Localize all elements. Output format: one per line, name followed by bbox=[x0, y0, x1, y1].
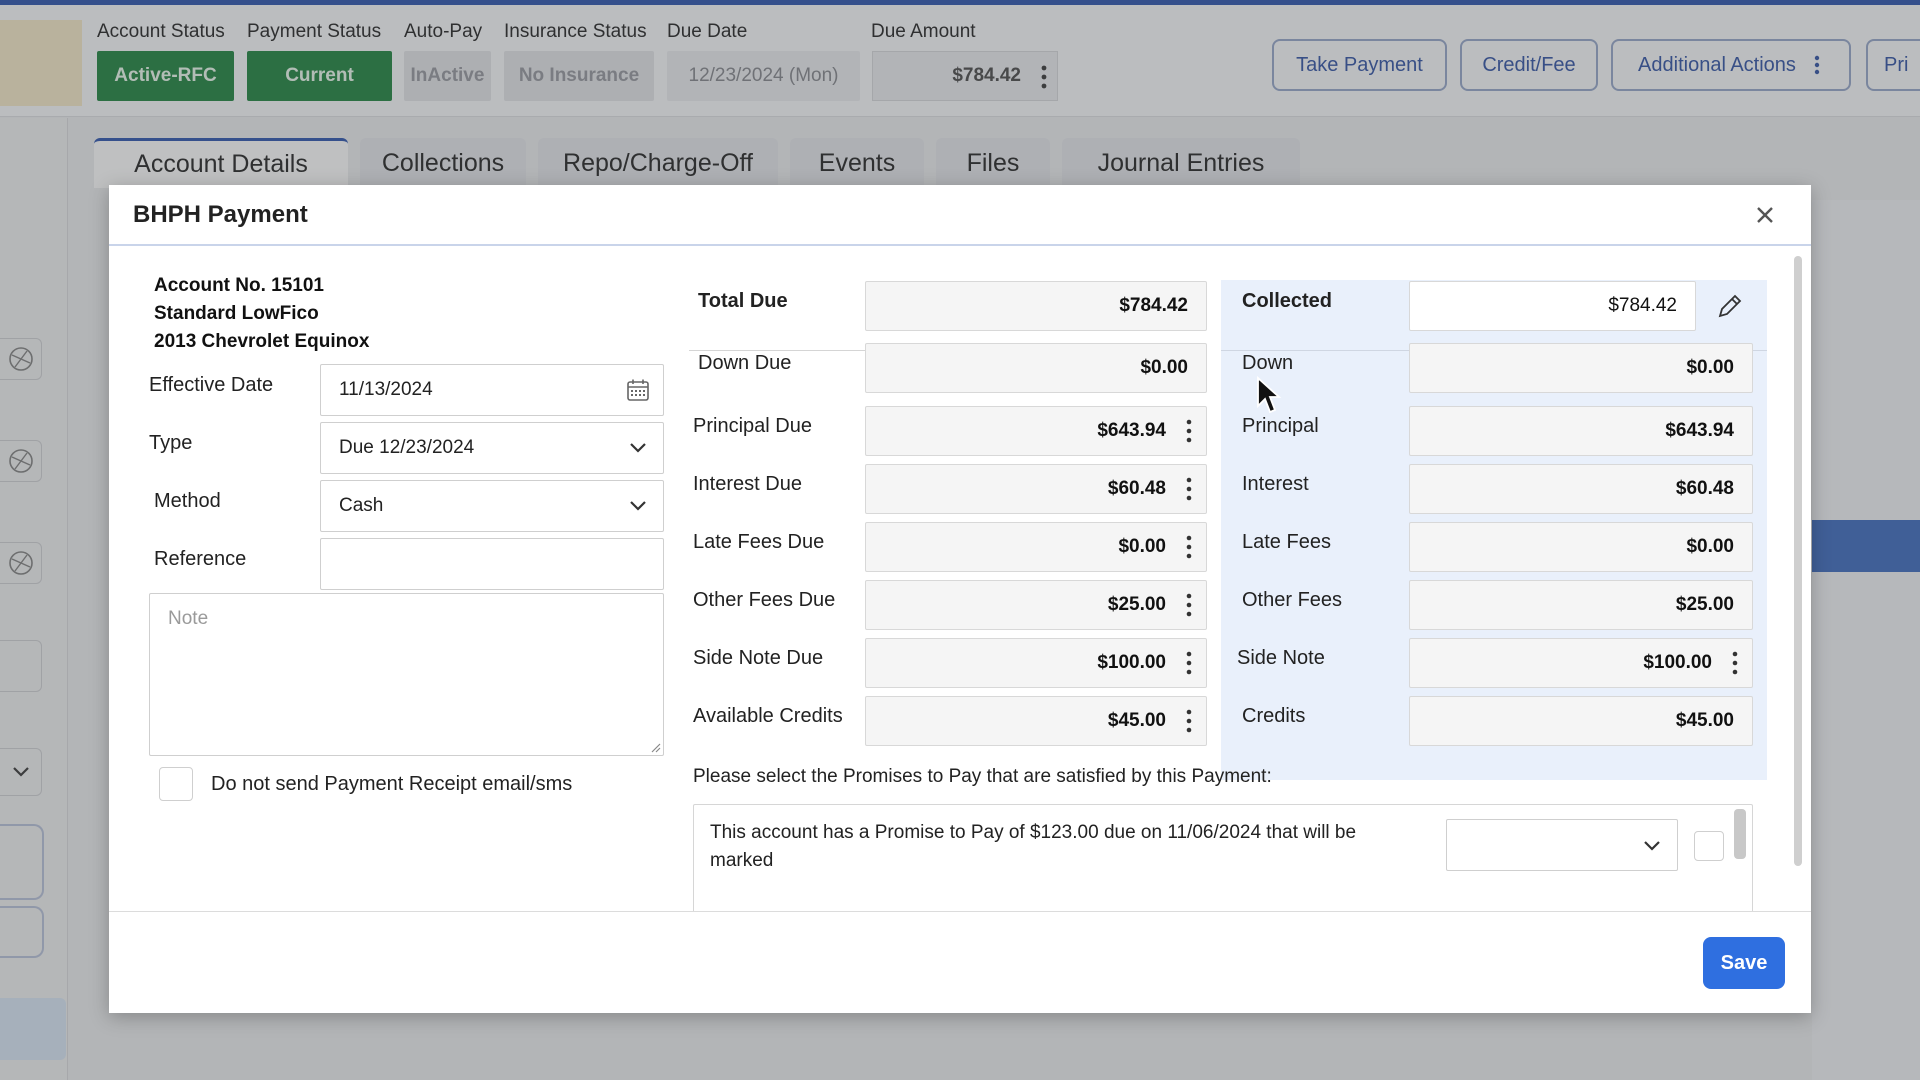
kebab-icon[interactable] bbox=[1182, 591, 1196, 619]
other-fees-due-value: $25.00 bbox=[1107, 594, 1166, 615]
calendar-icon[interactable] bbox=[625, 377, 651, 403]
side-note-due-field: $100.00 bbox=[865, 638, 1207, 688]
collected-label: Collected bbox=[1242, 290, 1333, 312]
kebab-icon[interactable] bbox=[1182, 707, 1196, 735]
method-value: Cash bbox=[339, 495, 384, 516]
collected-input[interactable]: $784.42 bbox=[1409, 281, 1696, 331]
collected-down-input[interactable]: $0.00 bbox=[1409, 343, 1753, 393]
reference-input[interactable] bbox=[320, 538, 664, 590]
kebab-icon[interactable] bbox=[1182, 475, 1196, 503]
collected-side-note-field[interactable]: $100.00 bbox=[1409, 638, 1753, 688]
side-note-due-value: $100.00 bbox=[1097, 652, 1166, 673]
collected-interest-label: Interest bbox=[1242, 473, 1309, 495]
modal-footer-divider bbox=[109, 911, 1811, 912]
promise-status-select[interactable] bbox=[1446, 819, 1678, 871]
mouse-cursor-icon bbox=[1257, 376, 1282, 414]
available-credits-value: $45.00 bbox=[1107, 710, 1166, 731]
save-button[interactable]: Save bbox=[1703, 937, 1785, 989]
collected-down-label: Down bbox=[1242, 352, 1294, 374]
effective-date-input[interactable]: 11/13/2024 bbox=[320, 364, 664, 416]
promises-scrollbar[interactable] bbox=[1734, 809, 1746, 859]
interest-due-value: $60.48 bbox=[1107, 478, 1166, 499]
modal-scrollbar[interactable] bbox=[1792, 256, 1804, 876]
collected-credits-input[interactable]: $45.00 bbox=[1409, 696, 1753, 746]
total-due-value: $784.42 bbox=[865, 281, 1207, 331]
other-fees-due-field: $25.00 bbox=[865, 580, 1207, 630]
chevron-down-icon bbox=[1644, 841, 1660, 851]
type-value: Due 12/23/2024 bbox=[339, 437, 475, 458]
collected-credits-label: Credits bbox=[1242, 705, 1306, 727]
effective-date-value: 11/13/2024 bbox=[339, 379, 433, 400]
resize-handle-icon[interactable] bbox=[651, 743, 661, 753]
collected-side-note-value: $100.00 bbox=[1643, 652, 1712, 673]
kebab-icon[interactable] bbox=[1182, 417, 1196, 445]
late-fees-due-label: Late Fees Due bbox=[693, 531, 825, 553]
modal-title: BHPH Payment bbox=[133, 201, 308, 228]
other-fees-due-label: Other Fees Due bbox=[693, 589, 836, 611]
type-select[interactable]: Due 12/23/2024 bbox=[320, 422, 664, 474]
method-select[interactable]: Cash bbox=[320, 480, 664, 532]
side-note-due-label: Side Note Due bbox=[693, 647, 824, 669]
collected-other-fees-label: Other Fees bbox=[1242, 589, 1343, 611]
promise-checkbox[interactable] bbox=[1694, 831, 1724, 861]
principal-due-value: $643.94 bbox=[1097, 420, 1166, 441]
collected-principal-input[interactable]: $643.94 bbox=[1409, 406, 1753, 456]
down-due-value: $0.00 bbox=[865, 343, 1207, 393]
account-info: Account No. 15101 Standard LowFico 2013 … bbox=[154, 272, 369, 356]
chevron-down-icon bbox=[625, 435, 651, 461]
note-placeholder: Note bbox=[168, 608, 209, 629]
account-number: Account No. 15101 bbox=[154, 275, 324, 296]
method-label: Method bbox=[154, 490, 221, 512]
bhph-payment-modal: BHPH Payment Account No. 15101 Standard … bbox=[109, 185, 1811, 1013]
late-fees-due-field: $0.00 bbox=[865, 522, 1207, 572]
late-fees-due-value: $0.00 bbox=[1118, 536, 1166, 557]
interest-due-label: Interest Due bbox=[693, 473, 802, 495]
kebab-icon[interactable] bbox=[1728, 649, 1742, 677]
collected-other-fees-input[interactable]: $25.00 bbox=[1409, 580, 1753, 630]
effective-date-label: Effective Date bbox=[149, 374, 274, 396]
collected-interest-input[interactable]: $60.48 bbox=[1409, 464, 1753, 514]
account-vehicle: 2013 Chevrolet Equinox bbox=[154, 331, 370, 352]
note-textarea[interactable]: Note bbox=[149, 593, 664, 756]
principal-due-field: $643.94 bbox=[865, 406, 1207, 456]
available-credits-field: $45.00 bbox=[865, 696, 1207, 746]
promises-list: This account has a Promise to Pay of $12… bbox=[693, 804, 1753, 911]
no-receipt-label: Do not send Payment Receipt email/sms bbox=[211, 772, 573, 795]
chevron-down-icon bbox=[625, 493, 651, 519]
modal-body: Account No. 15101 Standard LowFico 2013 … bbox=[109, 246, 1811, 911]
total-due-label: Total Due bbox=[698, 290, 788, 312]
account-plan: Standard LowFico bbox=[154, 303, 319, 324]
no-receipt-option: Do not send Payment Receipt email/sms bbox=[159, 766, 572, 802]
principal-due-label: Principal Due bbox=[693, 415, 812, 437]
interest-due-field: $60.48 bbox=[865, 464, 1207, 514]
close-icon[interactable] bbox=[1749, 199, 1781, 231]
promises-title: Please select the Promises to Pay that a… bbox=[693, 766, 1272, 787]
reference-label: Reference bbox=[154, 548, 247, 570]
modal-scrollbar-thumb[interactable] bbox=[1794, 256, 1802, 866]
kebab-icon[interactable] bbox=[1182, 649, 1196, 677]
down-due-label: Down Due bbox=[698, 352, 792, 374]
collected-late-fees-input[interactable]: $0.00 bbox=[1409, 522, 1753, 572]
kebab-icon[interactable] bbox=[1182, 533, 1196, 561]
collected-late-fees-label: Late Fees bbox=[1242, 531, 1331, 553]
no-receipt-checkbox[interactable] bbox=[159, 767, 193, 801]
collected-principal-label: Principal bbox=[1242, 415, 1319, 437]
pencil-icon[interactable] bbox=[1715, 291, 1745, 321]
type-label: Type bbox=[149, 432, 193, 454]
promise-item-text: This account has a Promise to Pay of $12… bbox=[710, 822, 1357, 871]
available-credits-label: Available Credits bbox=[693, 705, 843, 727]
collected-side-note-label: Side Note bbox=[1237, 647, 1325, 669]
